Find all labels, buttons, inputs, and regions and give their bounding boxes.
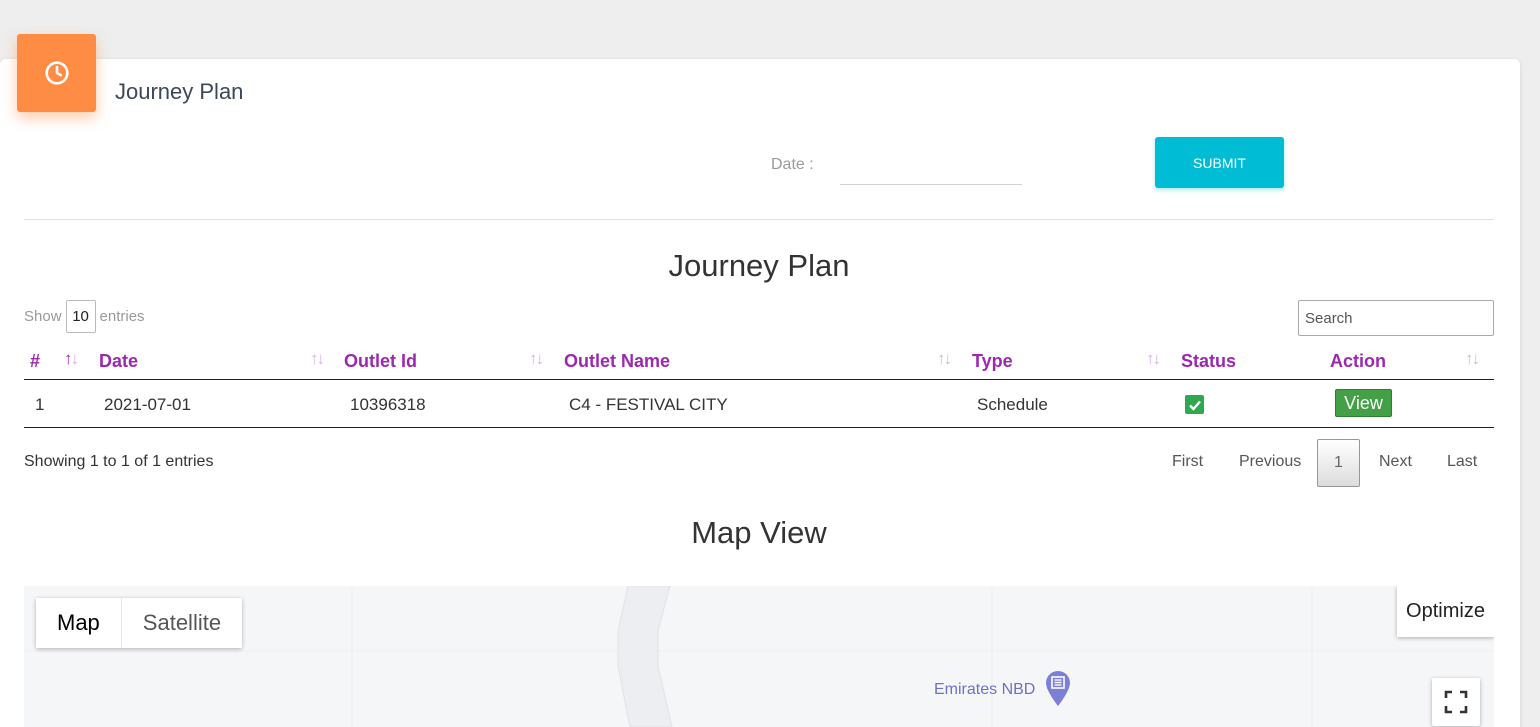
date-label: Date : — [771, 156, 814, 173]
date-input[interactable] — [840, 148, 1022, 185]
column-header-outlet-name[interactable]: Outlet Name — [564, 351, 670, 372]
cell-outlet-name: C4 - FESTIVAL CITY — [569, 395, 728, 414]
cell-type: Schedule — [977, 395, 1048, 414]
status-check-icon — [1185, 395, 1204, 414]
column-header-status: Status — [1181, 351, 1237, 371]
entries-select[interactable]: 10 — [65, 300, 96, 333]
sort-icon[interactable]: ↑↓ — [1465, 349, 1480, 369]
table-row: 1 2021-07-01 10396318 C4 - FESTIVAL CITY… — [24, 380, 1494, 428]
divider — [24, 219, 1494, 220]
cell-outlet-id: 10396318 — [350, 395, 426, 414]
sort-icon[interactable]: ↑↓ — [529, 349, 544, 369]
pagination-first[interactable]: First — [1172, 453, 1203, 471]
search-input[interactable] — [1298, 300, 1494, 336]
column-header-index[interactable]: # — [30, 351, 40, 372]
table-info: Showing 1 to 1 of 1 entries — [24, 453, 214, 470]
pagination-next[interactable]: Next — [1379, 453, 1412, 471]
show-label: Show — [24, 308, 62, 325]
column-header-action: Action — [1330, 351, 1386, 371]
sort-icon[interactable]: ↑↓ — [937, 349, 952, 369]
cell-index: 1 — [35, 395, 45, 414]
sort-icon[interactable]: ↑↓ — [310, 349, 325, 369]
map-type-satellite-button[interactable]: Satellite — [121, 598, 243, 648]
map-roads — [24, 586, 1494, 727]
map-type-control: Map Satellite — [36, 598, 243, 648]
poi-label[interactable]: Emirates NBD — [934, 681, 1035, 699]
entries-label: entries — [99, 308, 145, 325]
map-view[interactable]: Map Satellite Optimize Emirates NBD — [24, 586, 1494, 727]
cell-date: 2021-07-01 — [104, 395, 191, 414]
table-section-title: Journey Plan — [668, 248, 850, 283]
fullscreen-icon — [1444, 690, 1468, 714]
map-type-map-button[interactable]: Map — [36, 598, 122, 648]
optimize-button[interactable]: Optimize — [1397, 586, 1494, 637]
entries-length-control: Show 10 entries — [24, 300, 145, 333]
table-header: # ↑↓ Date ↑↓ Outlet Id ↑↓ Outlet Name ↑↓… — [24, 343, 1494, 380]
clock-icon — [44, 61, 69, 85]
card-header-icon — [17, 34, 96, 112]
pagination-last[interactable]: Last — [1447, 453, 1477, 471]
view-button[interactable]: View — [1335, 389, 1392, 417]
column-header-outlet-id[interactable]: Outlet Id — [344, 351, 417, 372]
pagination-previous[interactable]: Previous — [1239, 453, 1301, 471]
sort-icon[interactable]: ↑↓ — [1146, 349, 1161, 369]
submit-button[interactable]: SUBMIT — [1155, 137, 1284, 188]
column-header-date[interactable]: Date — [99, 351, 138, 372]
bank-icon[interactable] — [1045, 671, 1071, 707]
fullscreen-button[interactable] — [1432, 678, 1480, 726]
map-section-title: Map View — [691, 515, 827, 550]
column-header-type[interactable]: Type — [972, 351, 1013, 372]
sort-asc-icon[interactable]: ↑↓ — [64, 349, 79, 369]
pagination-current-page[interactable]: 1 — [1317, 439, 1360, 487]
card-title: Journey Plan — [115, 79, 244, 104]
